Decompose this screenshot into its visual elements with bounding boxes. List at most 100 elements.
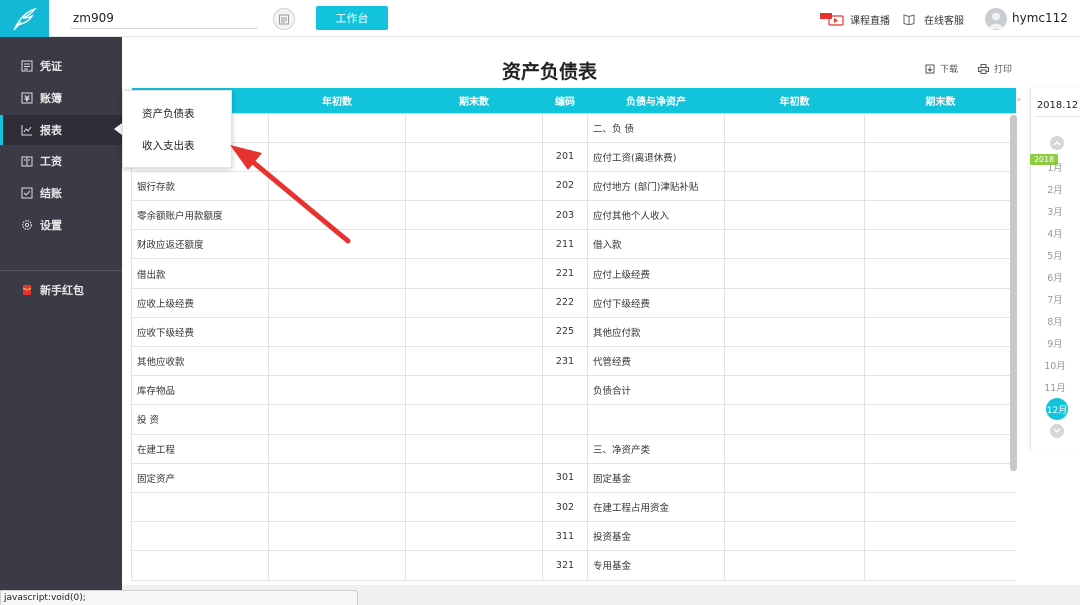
table-cell[interactable]: [724, 316, 865, 348]
table-cell[interactable]: 库存物品: [131, 375, 269, 406]
table-cell[interactable]: [268, 433, 406, 464]
table-cell[interactable]: 负债合计: [587, 375, 725, 406]
table-cell[interactable]: [268, 258, 406, 289]
table-cell[interactable]: 203: [542, 200, 588, 231]
table-cell[interactable]: [405, 141, 543, 172]
sidebar-item-red-packet[interactable]: 新手红包: [0, 275, 122, 305]
table-cell[interactable]: 231: [542, 345, 588, 377]
table-cell[interactable]: [724, 433, 865, 464]
table-cell[interactable]: [405, 287, 543, 318]
table-cell[interactable]: 应付地方 (部门)津贴补贴: [587, 170, 725, 202]
app-logo[interactable]: [0, 0, 49, 37]
table-cell[interactable]: [542, 112, 588, 143]
sidebar-item-close-account[interactable]: 结账: [0, 178, 122, 208]
table-cell[interactable]: 应收上级经费: [131, 287, 269, 318]
table-cell[interactable]: [724, 375, 865, 406]
table-cell[interactable]: [864, 345, 1016, 377]
table-cell[interactable]: [405, 258, 543, 289]
table-cell[interactable]: 投资基金: [587, 521, 725, 552]
table-cell[interactable]: 代管经费: [587, 345, 725, 377]
table-cell[interactable]: 201: [542, 141, 588, 172]
username[interactable]: hymc112: [1012, 11, 1068, 25]
table-cell[interactable]: [724, 521, 865, 552]
table-cell[interactable]: [864, 550, 1016, 581]
download-button[interactable]: 下载: [925, 62, 958, 75]
table-cell[interactable]: [724, 258, 865, 289]
month-item[interactable]: 3月: [1030, 204, 1080, 218]
table-cell[interactable]: [268, 229, 406, 260]
table-cell[interactable]: 应付下级经费: [587, 287, 725, 318]
month-item[interactable]: 9月: [1030, 336, 1080, 350]
month-item-active[interactable]: 12月: [1046, 398, 1068, 420]
table-cell[interactable]: [724, 229, 865, 260]
month-item[interactable]: 5月: [1030, 248, 1080, 262]
table-cell[interactable]: 221: [542, 258, 588, 289]
table-cell[interactable]: 零余额账户用款额度: [131, 200, 269, 231]
table-cell[interactable]: [864, 229, 1016, 260]
table-cell[interactable]: 专用基金: [587, 550, 725, 581]
table-cell[interactable]: [405, 200, 543, 231]
table-cell[interactable]: 借入款: [587, 229, 725, 260]
table-cell[interactable]: 311: [542, 521, 588, 552]
table-cell[interactable]: [864, 316, 1016, 348]
table-cell[interactable]: [405, 170, 543, 202]
table-cell[interactable]: [864, 521, 1016, 552]
table-cell[interactable]: [864, 170, 1016, 202]
period-up-button[interactable]: [1050, 136, 1064, 150]
table-cell[interactable]: [405, 112, 543, 143]
table-cell[interactable]: [268, 200, 406, 231]
company-name[interactable]: zm909: [70, 11, 258, 29]
selected-period[interactable]: 2018.12: [1035, 95, 1080, 117]
table-cell[interactable]: [724, 404, 865, 435]
table-cell[interactable]: 301: [542, 462, 588, 493]
table-cell[interactable]: [405, 316, 543, 348]
table-cell[interactable]: [864, 375, 1016, 406]
menu-item-balance-sheet[interactable]: 资产负债表: [142, 106, 195, 121]
table-cell[interactable]: [864, 404, 1016, 435]
table-cell[interactable]: [724, 550, 865, 581]
table-cell[interactable]: [405, 521, 543, 552]
table-cell[interactable]: [864, 287, 1016, 318]
table-cell[interactable]: 225: [542, 316, 588, 348]
period-down-button[interactable]: [1050, 424, 1064, 438]
table-cell[interactable]: [587, 404, 725, 435]
table-cell[interactable]: 固定基金: [587, 462, 725, 493]
table-cell[interactable]: [268, 375, 406, 406]
table-cell[interactable]: [268, 550, 406, 581]
table-cell[interactable]: [864, 462, 1016, 493]
month-item[interactable]: 8月: [1030, 314, 1080, 328]
table-cell[interactable]: [405, 462, 543, 493]
month-item[interactable]: 10月: [1030, 358, 1080, 372]
table-cell[interactable]: 应付上级经费: [587, 258, 725, 289]
table-cell[interactable]: [405, 404, 543, 435]
table-cell[interactable]: 应付工资(离退休费): [587, 141, 725, 172]
table-cell[interactable]: [724, 170, 865, 202]
table-cell[interactable]: 202: [542, 170, 588, 202]
month-item[interactable]: 6月: [1030, 270, 1080, 284]
table-cell[interactable]: 银行存款: [131, 170, 269, 202]
table-cell[interactable]: [542, 433, 588, 464]
table-cell[interactable]: 在建工程: [131, 433, 269, 464]
table-cell[interactable]: 投 资: [131, 404, 269, 435]
table-cell[interactable]: [724, 112, 865, 143]
table-cell[interactable]: [724, 200, 865, 231]
table-cell[interactable]: 应收下级经费: [131, 316, 269, 348]
table-cell[interactable]: [864, 433, 1016, 464]
table-cell[interactable]: [268, 112, 406, 143]
table-cell[interactable]: [268, 316, 406, 348]
table-cell[interactable]: [724, 345, 865, 377]
workbench-button[interactable]: 工作台: [316, 6, 388, 30]
table-cell[interactable]: [724, 491, 865, 523]
table-cell[interactable]: 211: [542, 229, 588, 260]
table-cell[interactable]: [405, 345, 543, 377]
table-cell[interactable]: 应付其他个人收入: [587, 200, 725, 231]
table-cell[interactable]: [268, 345, 406, 377]
table-cell[interactable]: [724, 141, 865, 172]
table-cell[interactable]: [131, 521, 269, 552]
live-course-link[interactable]: 课程直播: [820, 10, 890, 28]
table-cell[interactable]: [542, 404, 588, 435]
online-service-link[interactable]: 在线客服: [903, 10, 964, 28]
table-cell[interactable]: [268, 170, 406, 202]
sidebar-item-salary[interactable]: 工资: [0, 146, 122, 176]
table-cell[interactable]: [864, 200, 1016, 231]
